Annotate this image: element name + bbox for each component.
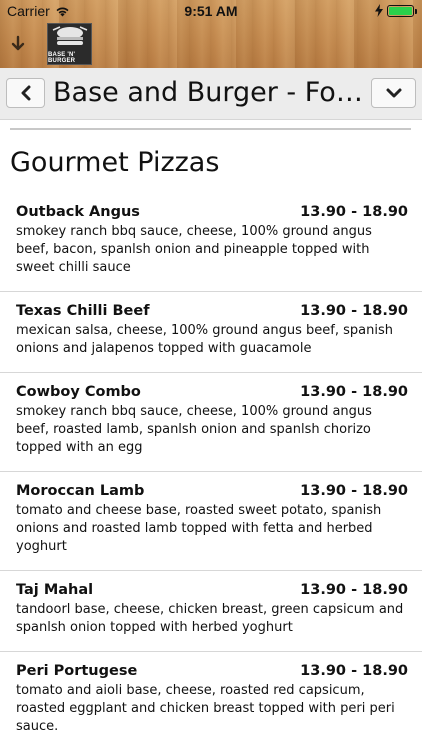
menu-item-price: 13.90 - 18.90 — [300, 582, 408, 598]
menu-item-description: smokey ranch bbq sauce, cheese, 100% gro… — [16, 224, 372, 275]
restaurant-logo: BASE 'N' BURGER — [47, 23, 92, 65]
menu-item-name: Moroccan Lamb — [16, 483, 145, 499]
menu-item-description: tandoorl base, cheese, chicken breast, g… — [16, 602, 404, 635]
status-time: 9:51 AM — [184, 3, 238, 19]
status-bar: Carrier 9:51 AM — [0, 0, 422, 22]
section-divider — [10, 128, 411, 130]
menu-item[interactable]: Peri Portugese 13.90 - 18.90 tomato and … — [0, 652, 422, 750]
previous-menu-button[interactable] — [6, 78, 45, 108]
menu-dropdown-button[interactable] — [371, 78, 416, 108]
chevron-down-icon — [386, 88, 401, 98]
menu-item-description: tomato and aioli base, cheese, roasted r… — [16, 683, 395, 734]
menu-item-description: mexican salsa, cheese, 100% ground angus… — [16, 323, 393, 356]
menu-item[interactable]: Moroccan Lamb 13.90 - 18.90 tomato and c… — [0, 472, 422, 571]
battery-level — [389, 7, 412, 15]
charging-icon — [375, 4, 383, 17]
arrow-down-icon[interactable] — [9, 35, 27, 53]
menu-item[interactable]: Outback Angus 13.90 - 18.90 smokey ranch… — [0, 193, 422, 292]
menu-item-price: 13.90 - 18.90 — [300, 663, 408, 679]
menu-item[interactable]: Taj Mahal 13.90 - 18.90 tandoorl base, c… — [0, 571, 422, 652]
menu-item-price: 13.90 - 18.90 — [300, 303, 408, 319]
menu-item-name: Taj Mahal — [16, 582, 94, 598]
battery-icon — [387, 5, 417, 17]
menu-item-price: 13.90 - 18.90 — [300, 204, 408, 220]
menu-item-list: Outback Angus 13.90 - 18.90 smokey ranch… — [0, 193, 422, 750]
menu-item-description: smokey ranch bbq sauce, cheese, 100% gro… — [16, 404, 372, 455]
menu-item[interactable]: Texas Chilli Beef 13.90 - 18.90 mexican … — [0, 292, 422, 373]
logo-text: BASE 'N' BURGER — [48, 52, 76, 64]
menu-item[interactable]: Cowboy Combo 13.90 - 18.90 smokey ranch … — [0, 373, 422, 472]
chevron-left-icon — [21, 85, 30, 101]
menu-item-name: Texas Chilli Beef — [16, 303, 150, 319]
menu-item-name: Cowboy Combo — [16, 384, 141, 400]
burger-logo-icon — [52, 26, 87, 45]
menu-item-name: Outback Angus — [16, 204, 140, 220]
section-title: Gourmet Pizzas — [10, 147, 220, 178]
menu-title-bar: Base and Burger - Forrestdale — [0, 68, 422, 120]
menu-title: Base and Burger - Forrestdale — [53, 77, 365, 108]
menu-item-price: 13.90 - 18.90 — [300, 384, 408, 400]
menu-item-name: Peri Portugese — [16, 663, 138, 679]
menu-item-price: 13.90 - 18.90 — [300, 483, 408, 499]
menu-item-description: tomato and cheese base, roasted sweet po… — [16, 503, 382, 554]
